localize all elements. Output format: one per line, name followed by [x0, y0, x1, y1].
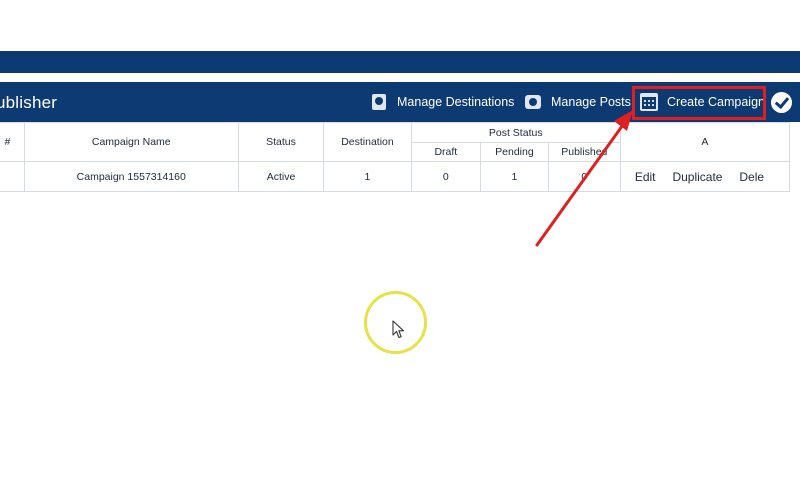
pending-cell: 1 [480, 161, 549, 192]
manage-destinations-button[interactable]: Manage Destinations [370, 82, 514, 122]
col-header-actions: A [619, 122, 791, 162]
campaigns-table: # Campaign Name Status Destination Post … [0, 122, 791, 192]
draft-cell: 0 [410, 161, 482, 192]
mouse-pointer-icon [392, 320, 405, 339]
published-cell: 0 [547, 161, 621, 192]
top-window-strip [0, 51, 800, 73]
actions-cell: Edit Duplicate Dele [619, 161, 791, 192]
col-header-destination[interactable]: Destination [323, 122, 412, 162]
table-row[interactable]: Campaign 1557314160 Active 1 0 1 0 Edit … [0, 161, 791, 192]
app-title: ublisher [0, 93, 58, 112]
destination-cell: 1 [323, 161, 412, 192]
col-header-num: # [0, 122, 25, 162]
col-header-post-status: Post Status [410, 122, 621, 143]
col-header-pending[interactable]: Pending [480, 142, 549, 162]
duplicate-link[interactable]: Duplicate [672, 170, 722, 184]
destinations-icon [370, 93, 388, 111]
create-campaign-highlight [632, 86, 766, 120]
delete-link[interactable]: Dele [739, 170, 764, 184]
manage-posts-button[interactable]: Manage Posts [524, 82, 631, 122]
status-cell: Active [237, 161, 325, 192]
col-header-published[interactable]: Published [547, 142, 621, 162]
campaign-name-cell[interactable]: Campaign 1557314160 [23, 161, 239, 192]
row-num-cell [0, 161, 25, 192]
col-header-campaign-name[interactable]: Campaign Name [23, 122, 239, 162]
posts-icon [524, 93, 542, 111]
check-circle-icon[interactable] [771, 92, 792, 113]
col-header-status[interactable]: Status [237, 122, 325, 162]
col-header-draft[interactable]: Draft [410, 142, 482, 162]
manage-posts-label: Manage Posts [551, 95, 631, 109]
edit-link[interactable]: Edit [635, 170, 656, 184]
manage-destinations-label: Manage Destinations [397, 95, 515, 109]
